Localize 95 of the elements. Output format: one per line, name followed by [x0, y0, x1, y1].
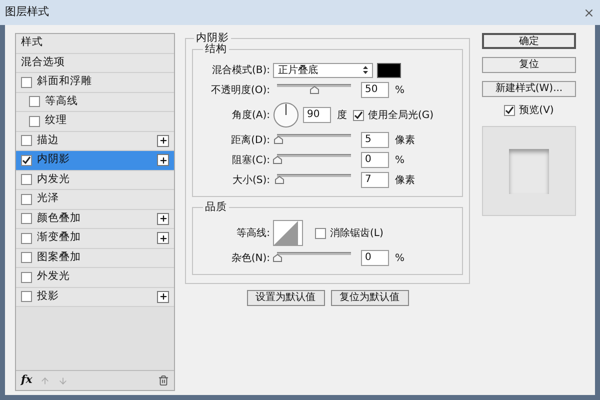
checkbox[interactable] [29, 96, 40, 108]
color-swatch[interactable] [377, 62, 401, 78]
item-label: 投影 [37, 288, 60, 304]
slider-thumb-icon[interactable] [274, 136, 284, 144]
field-label: 杂色(N): [230, 252, 271, 266]
fx-button[interactable]: fx [21, 372, 32, 389]
field-label: 混合模式(B): [210, 64, 271, 78]
item-label: 纹理 [45, 113, 68, 128]
checkbox[interactable] [21, 252, 32, 264]
checkbox-label: 使用全局光(G) [367, 108, 434, 122]
item-label: 内阴影 [37, 152, 71, 168]
checkbox[interactable] [21, 76, 32, 88]
item-label: 样式 [21, 35, 44, 50]
field-label: 距离(D): [230, 134, 271, 148]
item-label: 描边 [37, 132, 60, 148]
sidebar-item[interactable]: 样式 [16, 34, 174, 54]
sidebar-item[interactable]: 内发光 [16, 170, 174, 190]
field-label: 角度(A): [230, 108, 271, 122]
contour-curve-icon [274, 221, 298, 245]
item-label: 渐变叠加 [37, 230, 82, 246]
value-field[interactable]: 0 [361, 152, 389, 168]
checkbox-label: 消除锯齿(L) [329, 226, 384, 240]
checkmark-icon [505, 106, 514, 115]
item-label: 斜面和浮雕 [37, 74, 93, 90]
sidebar-item[interactable]: 投影 [16, 288, 174, 307]
unit-label: % [394, 84, 405, 98]
window-title: 图层样式 [5, 4, 49, 20]
sidebar-item[interactable]: 光泽 [16, 190, 174, 210]
blend-mode-dropdown[interactable]: 正片叠底 [273, 62, 373, 78]
item-label: 光泽 [37, 191, 60, 206]
item-label: 混合选项 [21, 54, 66, 70]
sidebar-item[interactable]: 纹理 [16, 112, 174, 132]
unit-label: % [394, 154, 405, 168]
item-label: 图案叠加 [37, 250, 82, 265]
slider-thumb-icon[interactable] [275, 176, 284, 184]
contour-picker[interactable] [273, 220, 303, 246]
dialog-button[interactable]: 新建样式(W)... [482, 81, 576, 97]
updown-caret-icon [363, 66, 368, 74]
close-icon[interactable] [583, 6, 595, 18]
delete-icon[interactable] [158, 375, 169, 386]
sidebar-item[interactable]: 混合选项 [16, 54, 174, 73]
field-label: 等高线: [236, 226, 271, 240]
sidebar-item[interactable]: 斜面和浮雕 [16, 73, 174, 92]
value-field[interactable]: 5 [361, 132, 389, 148]
checkbox[interactable] [21, 232, 32, 244]
add-button[interactable] [157, 232, 169, 244]
item-label: 等高线 [45, 94, 79, 109]
slider-thumb-icon[interactable] [273, 156, 282, 164]
checkbox[interactable] [21, 135, 32, 146]
checkbox[interactable] [21, 174, 32, 186]
field-label: 阻塞(C): [230, 154, 271, 168]
add-button[interactable] [157, 290, 169, 303]
add-button[interactable] [157, 134, 169, 147]
checkbox[interactable] [504, 105, 516, 116]
add-button[interactable] [157, 212, 169, 225]
reset-default-button[interactable]: 复位为默认值 [330, 290, 408, 306]
unit-label: % [394, 252, 405, 266]
angle-field[interactable]: 90 [303, 107, 331, 123]
checkbox[interactable] [21, 272, 32, 283]
item-label: 外发光 [37, 269, 71, 284]
checkbox[interactable] [353, 110, 364, 120]
reset-default-button[interactable]: 设置为默认值 [246, 290, 324, 306]
dialog-button[interactable]: 复位 [482, 57, 576, 73]
dialog-button[interactable]: 确定 [482, 33, 576, 49]
sidebar-item[interactable]: 等高线 [16, 92, 174, 112]
preview-swatch [509, 148, 549, 194]
unit-label: 像素 [394, 134, 415, 148]
checkbox[interactable] [21, 194, 32, 205]
unit-label: 度 [336, 108, 348, 122]
item-label: 内发光 [37, 172, 71, 187]
unit-label: 像素 [394, 174, 415, 188]
field-label: 不透明度(O): [210, 84, 271, 98]
checkmark-icon [22, 156, 31, 165]
sidebar-item[interactable]: 图案叠加 [16, 248, 174, 268]
value-field[interactable]: 7 [361, 172, 389, 188]
add-button[interactable] [157, 154, 169, 166]
value-field[interactable]: 50 [361, 82, 389, 98]
item-label: 颜色叠加 [37, 210, 82, 226]
slider-thumb-icon[interactable] [273, 254, 282, 262]
checkbox-label: 预览(V) [519, 104, 554, 118]
checkbox[interactable] [315, 228, 326, 238]
checkmark-icon [354, 110, 363, 120]
sidebar-item[interactable]: 内阴影 [16, 151, 174, 170]
angle-dial-icon[interactable] [273, 102, 299, 128]
sidebar-item[interactable]: 渐变叠加 [16, 229, 174, 248]
sidebar-item[interactable]: 描边 [16, 132, 174, 151]
field-label: 大小(S): [231, 174, 271, 188]
value-field[interactable]: 0 [361, 250, 389, 266]
checkbox[interactable] [21, 154, 32, 166]
checkbox[interactable] [21, 213, 32, 224]
sidebar-item[interactable]: 外发光 [16, 268, 174, 288]
sidebar-item[interactable]: 颜色叠加 [16, 210, 174, 229]
checkbox[interactable] [21, 291, 32, 302]
dropdown-value: 正片叠底 [278, 64, 318, 78]
checkbox[interactable] [29, 116, 40, 127]
